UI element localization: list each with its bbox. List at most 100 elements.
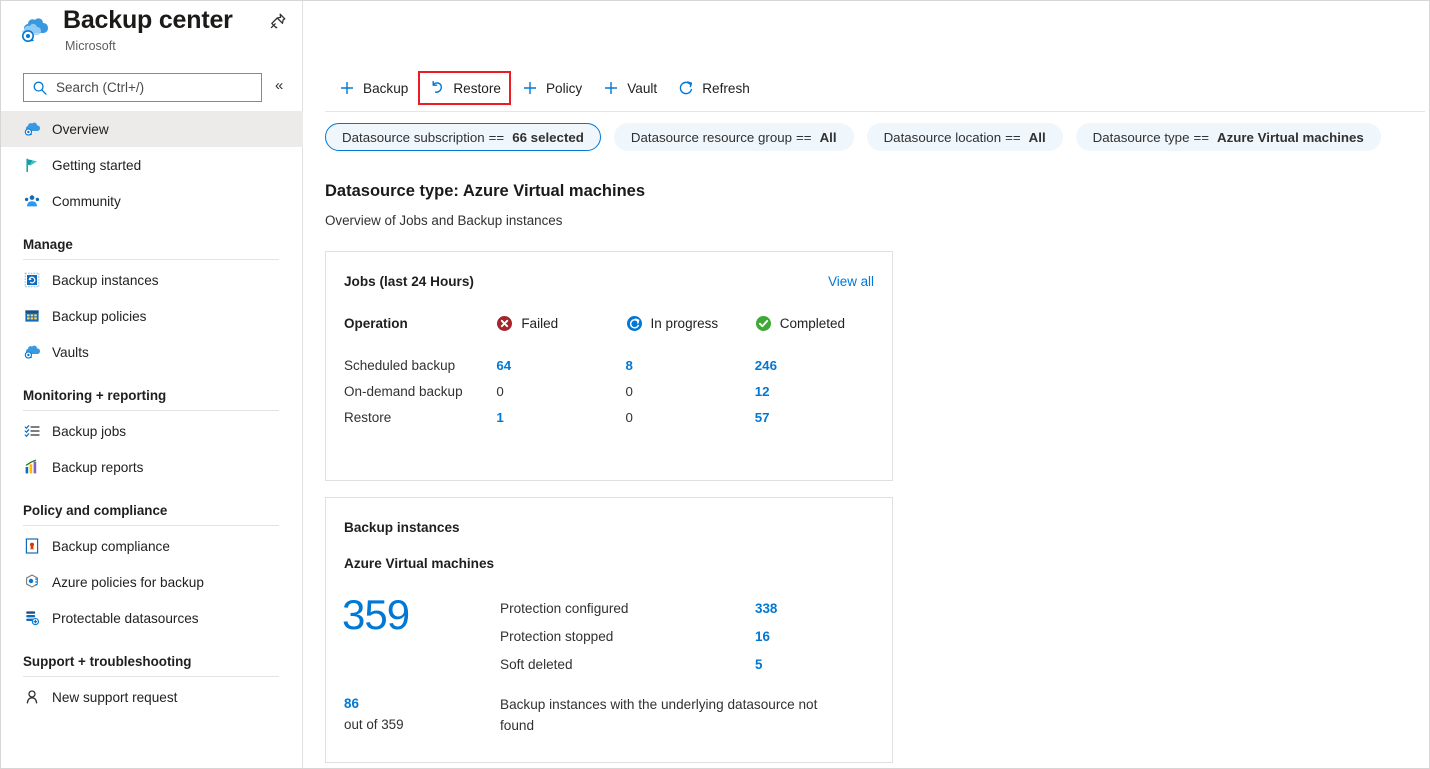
sidebar-item-label: Backup instances: [52, 272, 159, 288]
sidebar-item-azure-policies-for-backup[interactable]: Azure policies for backup: [1, 564, 303, 600]
sidebar-item-vaults[interactable]: Vaults: [1, 334, 303, 370]
refresh-icon: [677, 79, 695, 97]
backup-policies-icon: [23, 307, 41, 325]
collapse-sidebar-icon[interactable]: «: [275, 77, 283, 94]
column-header-failed: Failed: [496, 315, 625, 332]
backup-instances-card: Backup instances Azure Virtual machines …: [325, 497, 893, 763]
sidebar-section-support: Support + troubleshooting: [23, 654, 192, 669]
sidebar-item-backup-jobs[interactable]: Backup jobs: [1, 413, 303, 449]
list-item: Soft deleted 5: [500, 650, 880, 678]
sidebar-item-label: Protectable datasources: [52, 610, 199, 626]
protectable-datasources-icon: [23, 609, 41, 627]
filter-operator: ==: [488, 129, 505, 145]
sidebar-item-label: Backup policies: [52, 308, 147, 324]
community-icon: [23, 192, 41, 210]
search-row: «: [1, 73, 303, 103]
filter-pill-bar: Datasource subscription == 66 selected D…: [325, 123, 1381, 151]
plus-icon: [338, 79, 356, 97]
row-failed-count[interactable]: 64: [496, 358, 625, 373]
vault-icon: [23, 343, 41, 361]
sidebar-item-backup-compliance[interactable]: Backup compliance: [1, 528, 303, 564]
instances-total-count: 359: [342, 591, 410, 638]
column-header-in-progress: In progress: [626, 315, 755, 332]
jobs-view-all-link[interactable]: View all: [828, 274, 874, 289]
divider: [23, 259, 279, 260]
instances-row-value[interactable]: 5: [755, 657, 762, 672]
row-in-progress-count[interactable]: 8: [626, 358, 755, 373]
refresh-button-label: Refresh: [702, 80, 750, 96]
backup-button-label: Backup: [363, 80, 409, 96]
sidebar-item-label: Overview: [52, 121, 109, 137]
main-content: Backup Restore Policy Vault Refresh Data…: [303, 1, 1429, 768]
row-failed-count[interactable]: 1: [496, 410, 625, 425]
row-operation-label: Restore: [344, 409, 392, 425]
pin-icon[interactable]: [268, 11, 288, 31]
sidebar-item-protectable-datasources[interactable]: Protectable datasources: [1, 600, 303, 636]
backup-button[interactable]: Backup: [328, 71, 418, 105]
row-in-progress-count: 0: [625, 409, 633, 425]
jobs-table-body: Scheduled backup 64 8 246 On-demand back…: [344, 352, 884, 430]
sidebar-item-overview[interactable]: Overview: [1, 111, 303, 147]
column-header-in-progress-label: In progress: [650, 315, 719, 331]
policy-button[interactable]: Policy: [511, 71, 592, 105]
instances-card-title: Backup instances: [344, 520, 460, 535]
sidebar-item-label: New support request: [52, 689, 178, 705]
instances-row-value[interactable]: 16: [755, 629, 770, 644]
restore-button[interactable]: Restore: [418, 71, 511, 105]
jobs-table: Operation Failed In progress Completed S…: [344, 308, 884, 430]
instances-row-label: Soft deleted: [500, 656, 573, 672]
sidebar-item-label: Getting started: [52, 157, 142, 173]
sidebar-item-getting-started[interactable]: Getting started: [1, 147, 303, 183]
datasource-not-found-total: out of 359: [344, 717, 404, 732]
vault-button[interactable]: Vault: [592, 71, 667, 105]
filter-operator: ==: [1193, 129, 1209, 145]
azure-policy-icon: [23, 573, 41, 591]
row-completed-count[interactable]: 12: [755, 384, 884, 399]
page-subtitle: Microsoft: [65, 39, 116, 53]
row-completed-count[interactable]: 246: [755, 358, 884, 373]
restore-arrow-icon: [428, 79, 446, 97]
sidebar-section-policy-compliance: Policy and compliance: [23, 503, 168, 518]
search-box[interactable]: [23, 73, 262, 102]
sidebar-item-backup-instances[interactable]: Backup instances: [1, 262, 303, 298]
datasource-not-found-count[interactable]: 86: [344, 696, 359, 711]
blade-header: Backup center Microsoft ⋯: [1, 1, 321, 63]
plus-icon: [521, 79, 539, 97]
jobs-card: Jobs (last 24 Hours) View all Operation …: [325, 251, 893, 481]
error-circle-icon: [496, 315, 513, 332]
filter-name: Datasource location: [883, 129, 1002, 145]
table-row: On-demand backup 0 0 12: [344, 378, 884, 404]
jobs-table-header: Operation Failed In progress Completed: [344, 308, 884, 338]
sidebar-item-community[interactable]: Community: [1, 183, 303, 219]
sidebar-item-new-support-request[interactable]: New support request: [1, 679, 303, 715]
sidebar-nav: Overview Getting started Community Manag…: [1, 111, 303, 715]
filter-name: Datasource resource group: [630, 129, 793, 145]
table-row: Scheduled backup 64 8 246: [344, 352, 884, 378]
filter-pill-datasource-resource-group[interactable]: Datasource resource group == All: [613, 123, 854, 151]
refresh-button[interactable]: Refresh: [667, 71, 760, 105]
column-header-completed: Completed: [755, 315, 884, 332]
filter-pill-datasource-location[interactable]: Datasource location == All: [866, 123, 1063, 151]
filter-name: Datasource subscription: [342, 129, 485, 145]
backup-jobs-icon: [23, 422, 41, 440]
sidebar-item-backup-reports[interactable]: Backup reports: [1, 449, 303, 485]
sidebar-item-label: Backup jobs: [52, 423, 127, 439]
instances-breakdown-list: Protection configured 338 Protection sto…: [500, 594, 880, 678]
row-operation-label: On-demand backup: [344, 383, 463, 399]
column-header-failed-label: Failed: [521, 315, 559, 331]
filter-operator: ==: [1005, 129, 1021, 145]
filter-pill-datasource-subscription[interactable]: Datasource subscription == 66 selected: [325, 123, 601, 151]
content-title: Datasource type: Azure Virtual machines: [325, 182, 646, 200]
vault-button-label: Vault: [627, 80, 658, 96]
backup-instances-icon: [23, 271, 41, 289]
sidebar-item-backup-policies[interactable]: Backup policies: [1, 298, 303, 334]
instances-row-label: Protection configured: [500, 600, 629, 616]
page-title: Backup center: [63, 6, 233, 34]
search-input[interactable]: [54, 79, 252, 96]
row-completed-count[interactable]: 57: [755, 410, 884, 425]
filter-value: All: [819, 129, 837, 145]
filter-value: 66 selected: [512, 129, 584, 145]
filter-pill-datasource-type[interactable]: Datasource type == Azure Virtual machine…: [1075, 123, 1381, 151]
sidebar-item-label: Community: [52, 193, 121, 209]
instances-row-value[interactable]: 338: [755, 601, 777, 616]
